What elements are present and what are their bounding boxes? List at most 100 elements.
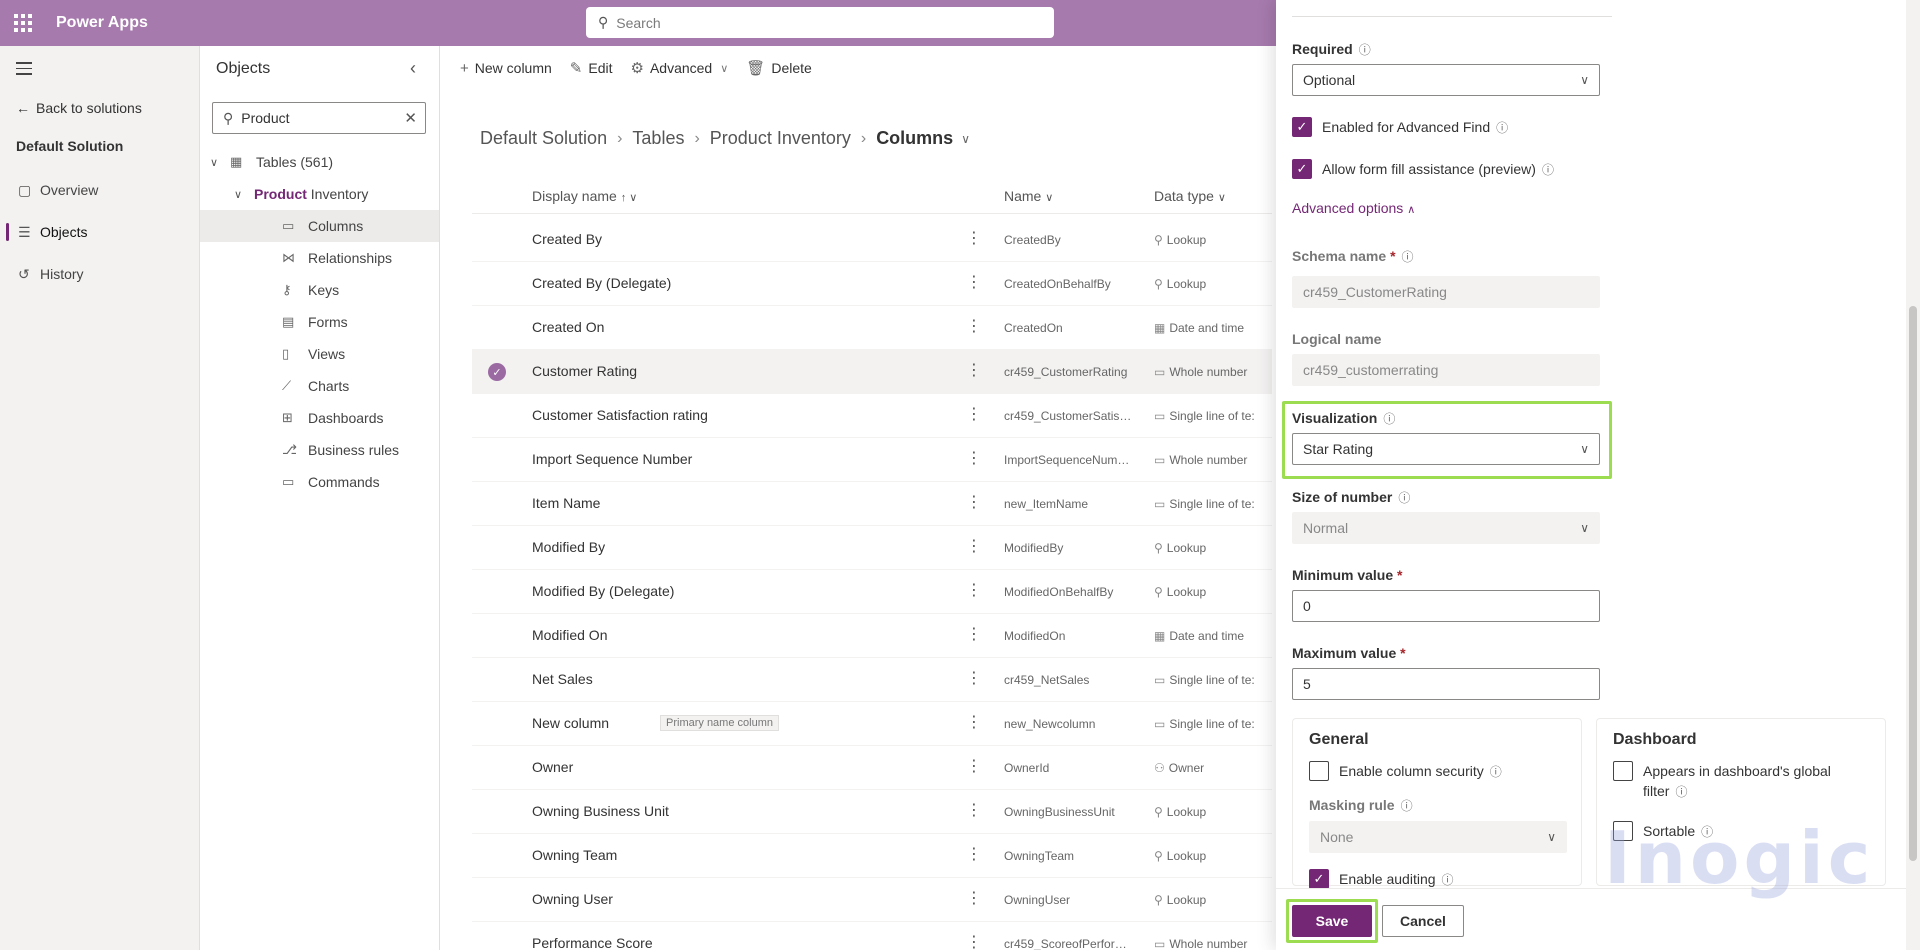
info-icon: ⓘ (1541, 162, 1554, 177)
tree-item-product-inventory[interactable]: ∨ Product Inventory (234, 178, 434, 210)
table-row[interactable]: Owning Team ⋮ OwningTeam ⚲ Lookup (472, 834, 1272, 878)
views-icon: ▯ (282, 346, 290, 361)
more-options-icon[interactable]: ⋮ (966, 624, 982, 644)
table-row[interactable]: Modified On ⋮ ModifiedOn ▦ Date and time (472, 614, 1272, 658)
table-row[interactable]: ✓ Customer Rating ⋮ cr459_CustomerRating ▭ Wh… (472, 350, 1272, 394)
breadcrumb-item[interactable]: Product Inventory (710, 128, 851, 149)
tree-item-keys[interactable]: ⚷ Keys (282, 274, 339, 306)
save-button[interactable]: Save (1292, 905, 1372, 937)
tree-label: Columns (308, 218, 364, 234)
advanced-options-toggle[interactable]: Advanced options ∧ (1292, 200, 1415, 216)
column-header-data-type[interactable]: Data type ∨ (1154, 188, 1226, 204)
more-options-icon[interactable]: ⋮ (966, 316, 982, 336)
visualization-select[interactable]: Star Rating ∨ (1292, 433, 1600, 465)
app-name[interactable]: Power Apps (56, 14, 148, 32)
scrollbar-thumb[interactable] (1909, 306, 1917, 861)
required-select[interactable]: Optional ∨ (1292, 64, 1600, 96)
more-options-icon[interactable]: ⋮ (966, 580, 982, 600)
form-fill-checkbox[interactable]: ✓ Allow form fill assistance (preview) ⓘ (1292, 159, 1554, 179)
visualization-label: Visualization ⓘ (1292, 410, 1396, 426)
advanced-find-checkbox[interactable]: ✓ Enabled for Advanced Find ⓘ (1292, 117, 1508, 137)
table-row[interactable]: Modified By (Delegate) ⋮ ModifiedOnBehalfB… (472, 570, 1272, 614)
chevron-right-icon: › (694, 129, 700, 147)
tree-item-relationships[interactable]: ⋈ Relationships (282, 242, 392, 274)
tree-item-tables[interactable]: ∨ ▦ Tables (561) (210, 146, 430, 178)
more-options-icon[interactable]: ⋮ (966, 272, 982, 292)
table-row[interactable]: Net Sales ⋮ cr459_NetSales ▭ Single line of … (472, 658, 1272, 702)
masking-rule-select: None ∨ (1309, 821, 1567, 853)
more-options-icon[interactable]: ⋮ (966, 492, 982, 512)
tree-item-dashboards[interactable]: ⊞ Dashboards (282, 402, 384, 434)
checkbox-label: Enable column security (1339, 763, 1484, 779)
collapse-pane-icon[interactable]: ‹ (410, 58, 416, 79)
new-column-button[interactable]: + New column (460, 60, 552, 77)
nav-item-objects[interactable]: ☰ Objects (6, 216, 192, 248)
advanced-button[interactable]: ⚙ Advanced ∨ (631, 59, 729, 77)
minimum-value-input[interactable]: 0 (1292, 590, 1600, 622)
hamburger-menu-icon[interactable] (16, 62, 32, 79)
table-row[interactable]: Created By (Delegate) ⋮ CreatedOnBehalfBy ⚲… (472, 262, 1272, 306)
table-row[interactable]: Customer Satisfaction rating ⋮ cr459_Custo… (472, 394, 1272, 438)
table-row[interactable]: Performance Score ⋮ cr459_ScoreofPerform..… (472, 922, 1272, 950)
delete-button[interactable]: 🗑 Delete (746, 59, 812, 77)
nav-item-history[interactable]: ↺ History (6, 258, 192, 290)
more-options-icon[interactable]: ⋮ (966, 360, 982, 380)
clear-search-icon[interactable]: ✕ (404, 109, 417, 127)
tree-item-business-rules[interactable]: ⎇ Business rules (282, 434, 399, 466)
auditing-checkbox[interactable]: ✓ Enable auditing ⓘ (1309, 869, 1454, 889)
more-options-icon[interactable]: ⋮ (966, 844, 982, 864)
more-options-icon[interactable]: ⋮ (966, 756, 982, 776)
more-options-icon[interactable]: ⋮ (966, 800, 982, 820)
more-options-icon[interactable]: ⋮ (966, 404, 982, 424)
more-options-icon[interactable]: ⋮ (966, 888, 982, 908)
lookup-icon: ⚲ (1154, 585, 1163, 599)
cancel-button[interactable]: Cancel (1382, 905, 1464, 937)
arrow-left-icon: ← (16, 100, 30, 116)
objects-search-input[interactable]: ⚲ Product ✕ (212, 102, 426, 134)
table-row[interactable]: New column ⋮ new_Newcolumn ▭ Single line of … (472, 702, 1272, 746)
maximum-value-input[interactable]: 5 (1292, 668, 1600, 700)
table-row[interactable]: Owning User ⋮ OwningUser ⚲ Lookup (472, 878, 1272, 922)
tree-item-views[interactable]: ▯ Views (282, 338, 345, 370)
tree-item-forms[interactable]: ▤ Forms (282, 306, 348, 338)
cell-display-name: Owner (532, 759, 574, 775)
selected-check-icon[interactable]: ✓ (488, 363, 506, 381)
column-header-name[interactable]: Name ∨ (1004, 188, 1053, 204)
edit-button[interactable]: ✎ Edit (570, 59, 613, 77)
table-row[interactable]: Owner ⋮ OwnerId ⚇ Owner (472, 746, 1272, 790)
back-to-solutions-link[interactable]: ← Back to solutions (16, 100, 142, 116)
nav-item-overview[interactable]: ▢ Overview (6, 174, 192, 206)
app-launcher-button[interactable] (0, 0, 46, 46)
table-row[interactable]: Import Sequence Number ⋮ ImportSequenceNum… (472, 438, 1272, 482)
logical-name-input: cr459_customerrating (1292, 354, 1600, 386)
tree-item-charts[interactable]: ⟋ Charts (282, 370, 349, 402)
cell-name: new_Newcolumn (1004, 717, 1096, 731)
chart-icon: ⟋ (282, 378, 292, 393)
more-options-icon[interactable]: ⋮ (966, 712, 982, 732)
column-header-display-name[interactable]: Display name ↑ ∨ (532, 188, 637, 204)
table-row[interactable]: Created By ⋮ CreatedBy ⚲ Lookup (472, 218, 1272, 262)
tree-item-columns[interactable]: ▭ Columns (200, 210, 439, 242)
more-options-icon[interactable]: ⋮ (966, 448, 982, 468)
breadcrumb-item[interactable]: Default Solution (480, 128, 607, 149)
global-filter-checkbox[interactable]: Appears in dashboard's global filter ⓘ (1613, 761, 1831, 802)
table-row[interactable]: Created On ⋮ CreatedOn ▦ Date and time (472, 306, 1272, 350)
owner-icon: ⚇ (1154, 761, 1165, 775)
breadcrumb-current[interactable]: Columns (876, 128, 953, 149)
table-row[interactable]: Owning Business Unit ⋮ OwningBusinessUnit ⚲… (472, 790, 1272, 834)
more-options-icon[interactable]: ⋮ (966, 668, 982, 688)
column-security-checkbox[interactable]: Enable column security ⓘ (1309, 761, 1502, 781)
table-row[interactable]: Modified By ⋮ ModifiedBy ⚲ Lookup (472, 526, 1272, 570)
breadcrumb-item[interactable]: Tables (632, 128, 684, 149)
global-search-input[interactable]: ⚲ Search (586, 7, 1054, 38)
more-options-icon[interactable]: ⋮ (966, 536, 982, 556)
more-options-icon[interactable]: ⋮ (966, 932, 982, 950)
panel-scrollbar[interactable] (1906, 0, 1920, 950)
tree-item-commands[interactable]: ▭ Commands (282, 466, 380, 498)
checkbox-box (1309, 761, 1329, 781)
table-row[interactable]: Item Name ⋮ new_ItemName ▭ Single line of te… (472, 482, 1272, 526)
lookup-icon: ⚲ (1154, 893, 1163, 907)
more-options-icon[interactable]: ⋮ (966, 228, 982, 248)
chevron-down-icon[interactable]: ∨ (961, 132, 970, 146)
cell-name: ImportSequenceNumb... (1004, 453, 1134, 467)
